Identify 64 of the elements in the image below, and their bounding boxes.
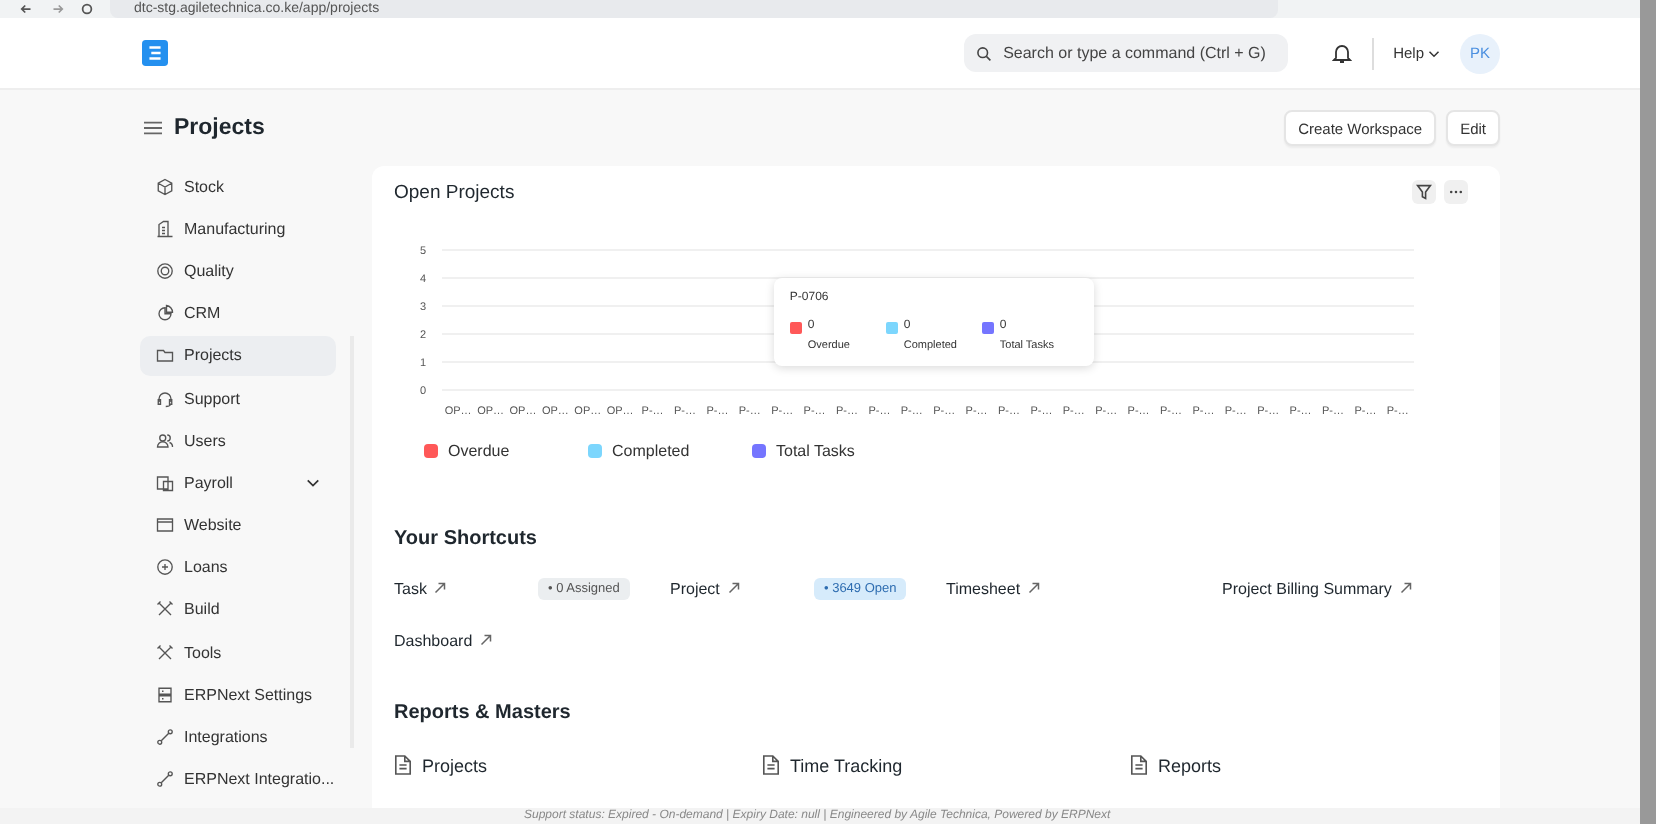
filter-button[interactable] (1412, 180, 1436, 204)
building-icon (156, 219, 174, 238)
sidebar-item[interactable]: Payroll (140, 462, 336, 503)
legend-label: Overdue (448, 442, 510, 460)
sidebar-item[interactable]: Stock (140, 166, 336, 207)
users-icon (156, 431, 174, 450)
sidebar-item[interactable]: Build (140, 589, 336, 631)
caret-icon (1428, 49, 1440, 57)
arrow-icon (480, 634, 493, 646)
forward-icon[interactable] (50, 2, 64, 16)
target-icon (156, 261, 174, 280)
menu-icon[interactable] (144, 120, 162, 136)
search-field[interactable]: Search or type a command (Ctrl + G) (963, 34, 1288, 72)
receipt-icon (156, 473, 174, 492)
sidebar-item[interactable]: ERPNext Integratio... (140, 759, 336, 800)
report-link[interactable]: Projects (422, 755, 488, 775)
arrow-icon (727, 582, 740, 594)
chevron-icon[interactable] (306, 477, 320, 488)
arrow-icon (434, 582, 447, 594)
cube-icon (156, 177, 174, 196)
shortcut-link[interactable]: Timesheet (946, 579, 1090, 597)
sidebar-item[interactable]: ERPNext Settings (140, 674, 336, 715)
legend-label: Total Tasks (776, 442, 855, 460)
arrow-icon (1399, 582, 1412, 594)
sidebar-item[interactable]: CRM (140, 293, 336, 334)
sidebar-item[interactable]: Manufacturing (140, 208, 336, 249)
sidebar-item[interactable]: Website (140, 505, 336, 546)
search-icon (975, 45, 992, 61)
document-icon (1130, 754, 1148, 776)
back-icon[interactable] (20, 2, 34, 16)
bell-icon[interactable] (1331, 42, 1352, 64)
chart-title: Open Projects (394, 181, 515, 203)
sidebar-item[interactable]: Quality (140, 250, 336, 292)
shortcut-link[interactable]: Project Billing Summary (1222, 579, 1412, 597)
sidebar-item[interactable]: Support (140, 377, 336, 419)
sidebar-item[interactable]: Integrations (140, 716, 336, 758)
document-icon (394, 754, 412, 776)
sidebar-item[interactable]: Loans (140, 547, 336, 588)
shortcut-link[interactable]: Task (394, 579, 538, 597)
report-link[interactable]: Time Tracking (790, 755, 903, 775)
filter-icon (1416, 184, 1432, 200)
headset-icon (156, 389, 174, 408)
link-icon (156, 770, 174, 789)
page-title: Projects (174, 116, 265, 140)
arrow-icon (1028, 582, 1041, 594)
shortcut-link[interactable]: Project (670, 579, 814, 597)
sidebar-item[interactable]: Tools (140, 632, 336, 673)
section-heading: Your Shortcuts (394, 528, 539, 550)
document-icon (762, 754, 780, 776)
legend-label: Completed (612, 442, 690, 460)
sidebar-item[interactable]: Users (140, 420, 336, 461)
logo-icon[interactable] (142, 40, 168, 66)
tools-icon (156, 643, 174, 662)
report-link[interactable]: Reports (1158, 755, 1222, 775)
shortcut-link[interactable]: Dashboard (394, 631, 538, 649)
link-icon (156, 728, 174, 747)
section-heading: Reports & Masters (394, 702, 573, 724)
folder-icon (156, 346, 174, 365)
sidebar-item[interactable]: Projects (140, 335, 336, 376)
database-icon (156, 685, 174, 704)
more-button[interactable] (1444, 180, 1468, 204)
pie-chart-icon (156, 304, 174, 323)
browser-window-icon (156, 516, 174, 535)
tools-icon (156, 600, 174, 619)
